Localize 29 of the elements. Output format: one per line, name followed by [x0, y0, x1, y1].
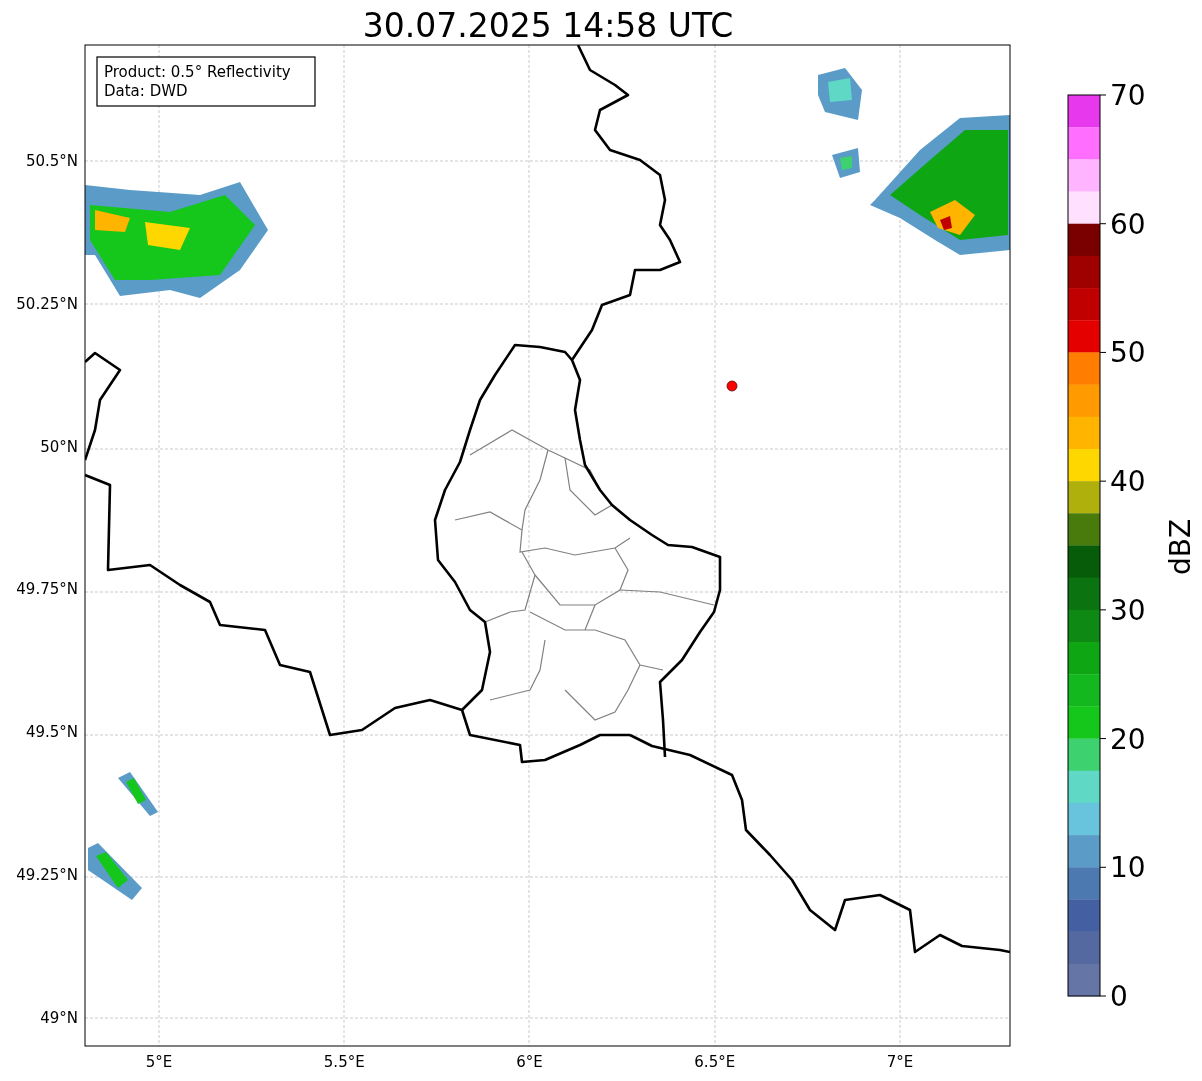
legend-text: Product: 0.5° Reflectivity: [104, 63, 291, 81]
radar-echo-drawing: [832, 148, 860, 178]
latitude-label: 49°N: [40, 1008, 78, 1027]
latitude-label: 50.5°N: [25, 152, 78, 170]
latitude-label: 49.25°N: [16, 866, 78, 884]
colorbar-tick-label: 20: [1110, 722, 1146, 756]
colorbar-tick-label: 70: [1110, 79, 1146, 112]
longitude-label: 5°E: [145, 1053, 173, 1071]
longitude-label: 7°E: [886, 1053, 914, 1071]
longitude-label: 6°E: [516, 1053, 543, 1071]
latitude-label: 49.75°N: [16, 580, 78, 599]
colorbar-tick-label: 40: [1110, 465, 1146, 499]
chart-title: 30.07.2025 14:58 UTC: [362, 6, 734, 45]
colorbar-tick-label: 60: [1110, 207, 1146, 241]
colorbar-tick-label: 0: [1110, 980, 1128, 1013]
longitude-label: 6.5°E: [694, 1053, 736, 1071]
radar-echo-drawing: [88, 843, 142, 900]
legend-text: Data: DWD: [104, 82, 188, 100]
latitude-label: 49.5°N: [25, 723, 78, 742]
colorbar-tick-label: 30: [1110, 593, 1146, 627]
colorbar-tick-label: 50: [1110, 336, 1146, 370]
latitude-label: 50°N: [40, 437, 78, 456]
radar-echo-drawing: [818, 68, 862, 120]
latitude-label: 50.25°N: [16, 294, 78, 313]
radar-site-icon: [726, 380, 738, 392]
colorbar-tick-label: 10: [1110, 851, 1146, 885]
colorbar-label: dBZ: [1164, 518, 1197, 576]
radar-echo-drawing: [118, 772, 158, 816]
longitude-label: 5.5°E: [323, 1053, 365, 1071]
